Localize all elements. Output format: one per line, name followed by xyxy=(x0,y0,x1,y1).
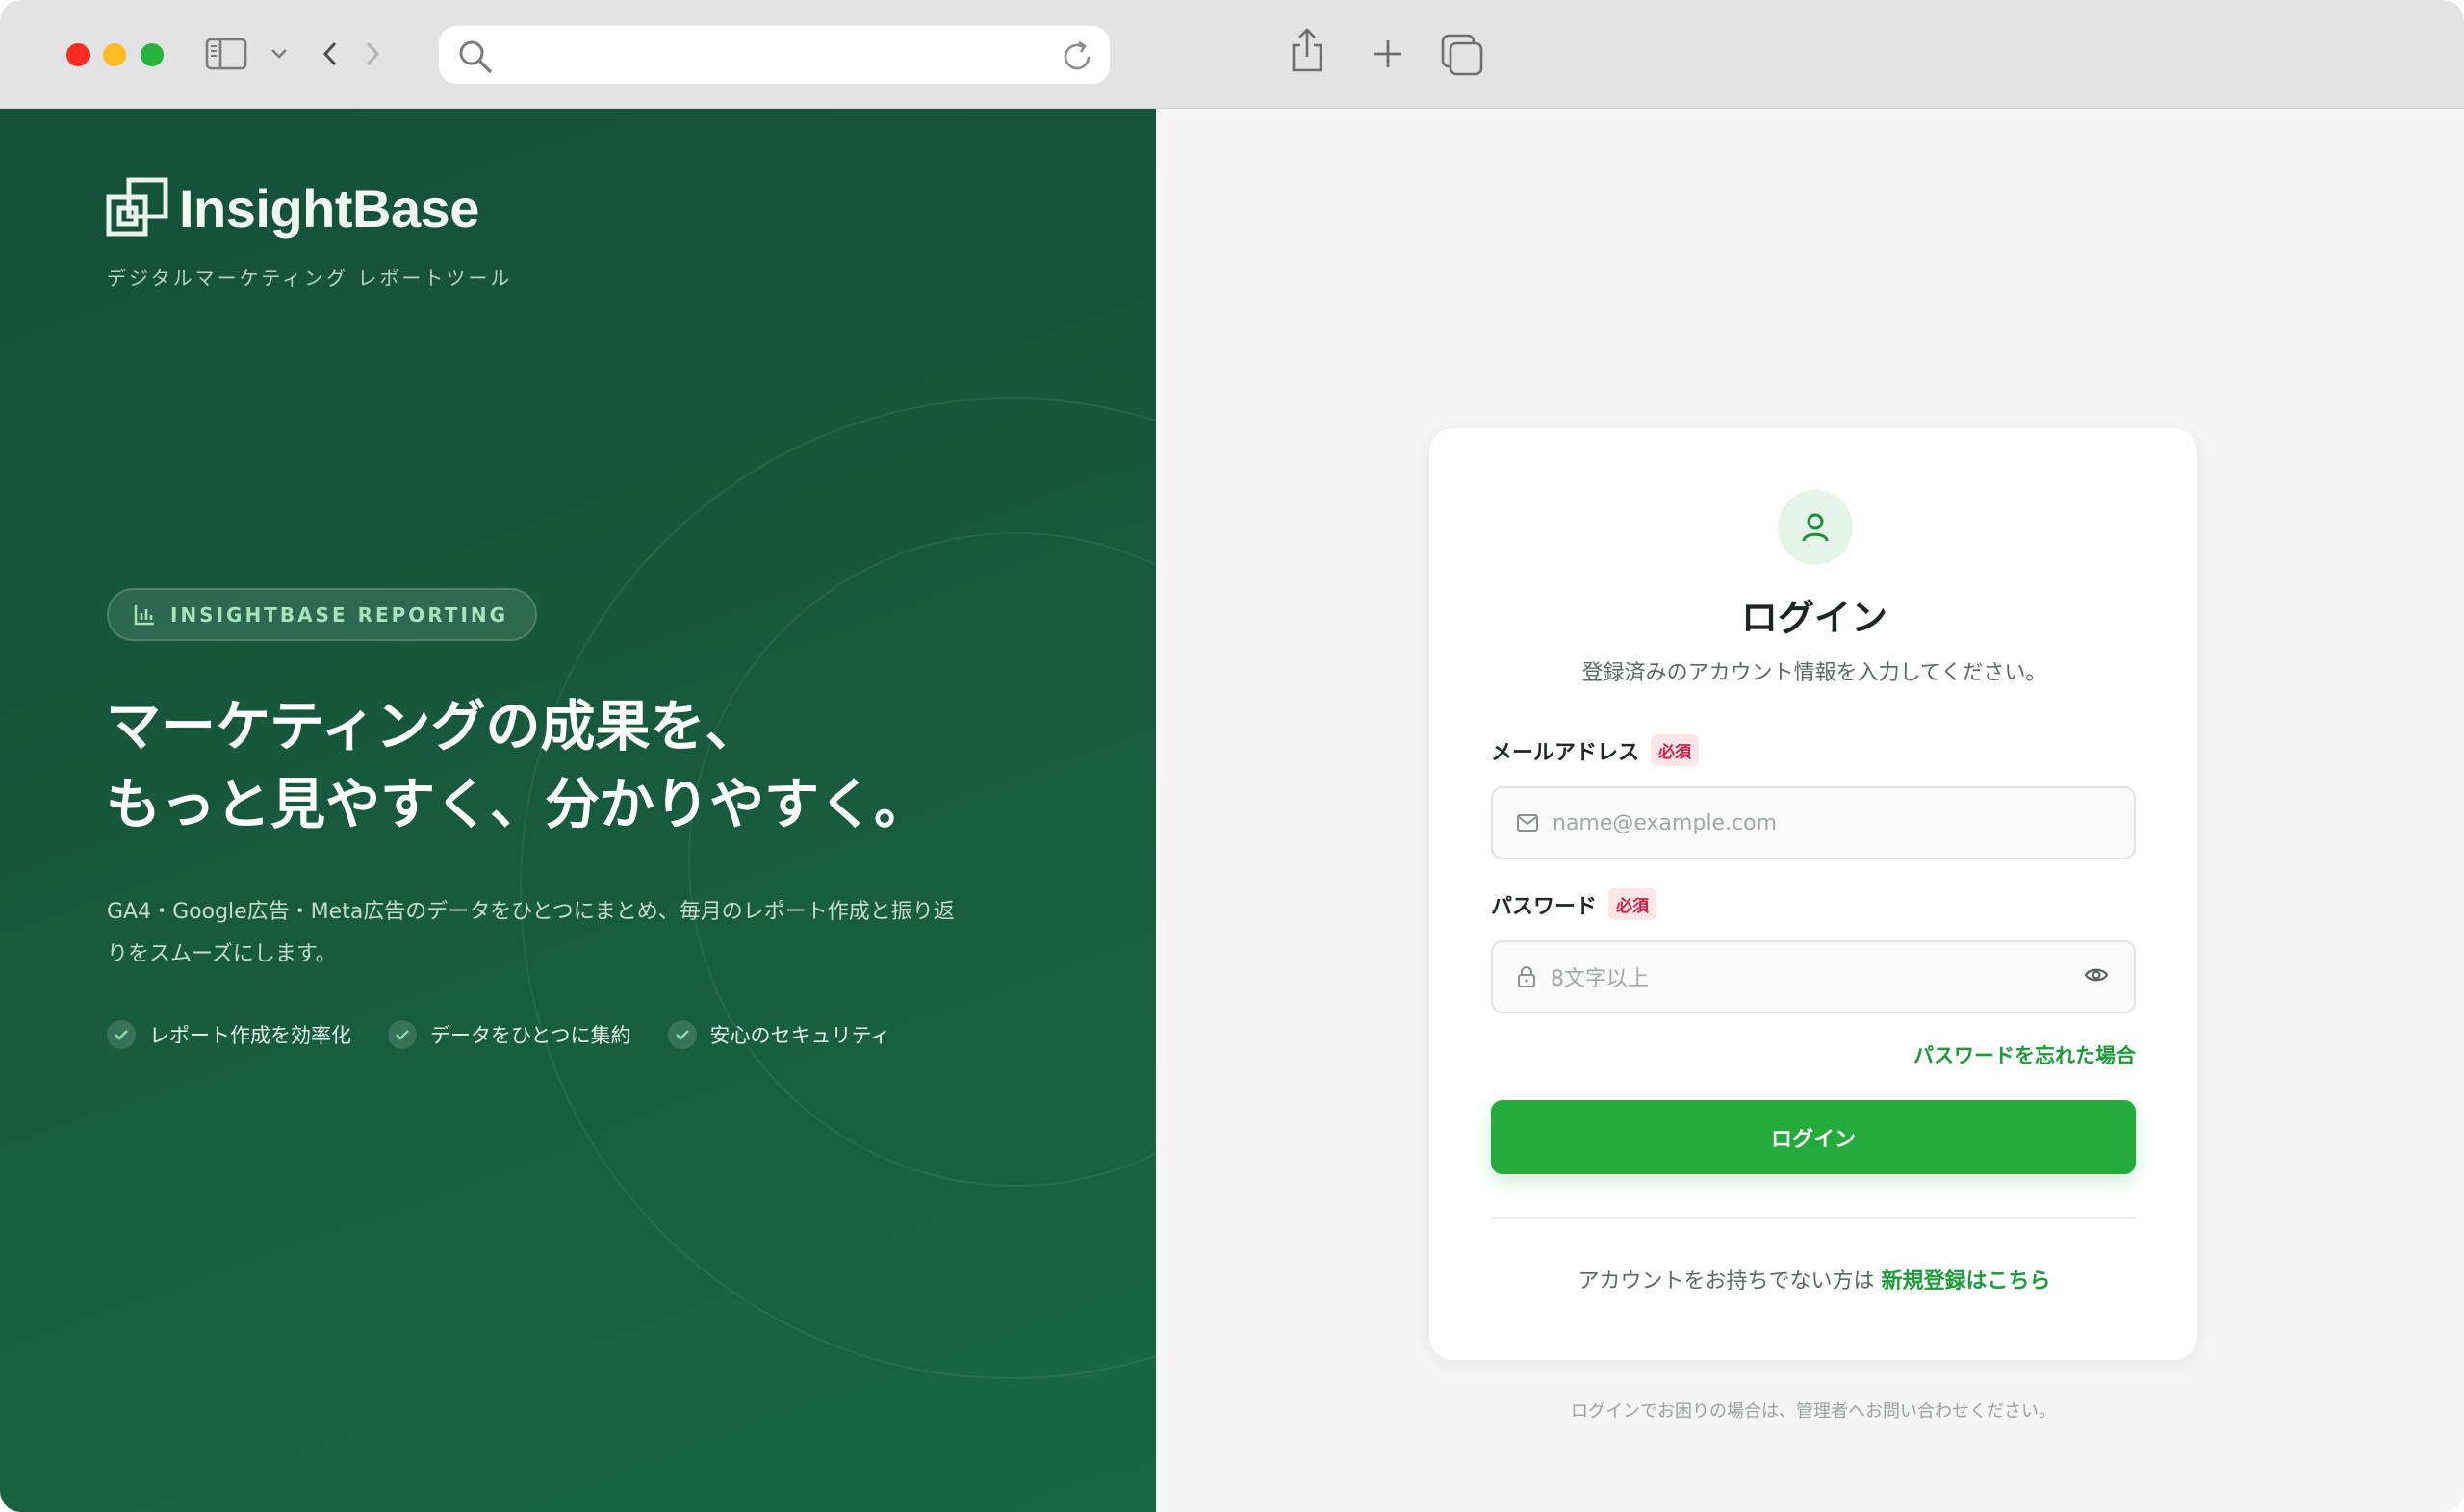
login-panel: ログイン 登録済みのアカウント情報を入力してください。 メールアドレス 必須 n… xyxy=(1156,109,2464,1512)
search-icon xyxy=(456,38,495,80)
browser-toolbar xyxy=(0,0,2464,109)
hero-headline-line1: マーケティングの成果を、 xyxy=(106,695,760,758)
feature-list: レポート作成を効率化 データをひとつに集約 安心のセキュリティ xyxy=(107,1020,927,1049)
close-window-button[interactable] xyxy=(66,43,90,66)
logo-icon xyxy=(106,177,168,237)
show-password-icon[interactable] xyxy=(2084,965,2109,988)
signup-link[interactable]: 新規登録はこちら xyxy=(1882,1269,2051,1294)
tabs-overview-icon[interactable] xyxy=(1438,31,1486,77)
brand-logo: InsightBase xyxy=(106,176,479,240)
login-button[interactable]: ログイン xyxy=(1491,1100,2136,1174)
hero-headline: マーケティングの成果を、 もっと見やすく、分かりやすく。 xyxy=(106,688,929,844)
email-placeholder: name@example.com xyxy=(1553,810,1778,835)
brand-tagline: デジタルマーケティング レポートツール xyxy=(107,267,513,290)
password-label: パスワード 必須 xyxy=(1491,888,1657,920)
hero-description: GA4・Google広告・Meta広告のデータをひとつにまとめ、毎月のレポート作… xyxy=(107,900,955,966)
share-icon[interactable] xyxy=(1286,27,1328,75)
password-label-text: パスワード xyxy=(1491,894,1598,919)
required-badge: 必須 xyxy=(1651,734,1700,766)
login-subtitle: 登録済みのアカウント情報を入力してください。 xyxy=(1581,661,2047,685)
minimize-window-button[interactable] xyxy=(103,43,126,66)
signup-prompt-text: アカウントをお持ちでない方は xyxy=(1578,1269,1875,1294)
check-icon xyxy=(667,1020,697,1049)
forgot-password-link[interactable]: パスワードを忘れた場合 xyxy=(1913,1040,2136,1069)
login-card: ログイン 登録済みのアカウント情報を入力してください。 メールアドレス 必須 n… xyxy=(1428,427,2198,1361)
divider xyxy=(1491,1217,2136,1219)
email-label-text: メールアドレス xyxy=(1491,740,1640,765)
back-icon[interactable] xyxy=(318,35,343,73)
check-icon xyxy=(388,1020,417,1049)
feature-label: 安心のセキュリティ xyxy=(709,1024,891,1047)
feature-label: データをひとつに集約 xyxy=(430,1024,631,1047)
feature-label: レポート作成を効率化 xyxy=(149,1024,351,1047)
zoom-window-button[interactable] xyxy=(141,43,164,66)
hero-panel: InsightBase デジタルマーケティング レポートツール INSIGHTB… xyxy=(0,109,1156,1512)
brand-name: InsightBase xyxy=(179,177,479,239)
login-title: ログイン xyxy=(1740,597,1887,639)
password-field[interactable]: 8文字以上 xyxy=(1491,940,2136,1013)
address-bar[interactable] xyxy=(439,26,1110,84)
password-placeholder: 8文字以上 xyxy=(1551,967,1649,991)
mail-icon xyxy=(1517,814,1538,832)
feature-item: データをひとつに集約 xyxy=(388,1020,631,1049)
forward-icon[interactable] xyxy=(360,35,385,73)
feature-item: 安心のセキュリティ xyxy=(667,1020,891,1049)
email-label: メールアドレス 必須 xyxy=(1491,734,1700,766)
hero-badge-label: INSIGHTBASE REPORTING xyxy=(170,602,509,627)
user-icon xyxy=(1778,490,1853,565)
signup-prompt: アカウントをお持ちでない方は 新規登録はこちら xyxy=(1429,1264,2199,1294)
page-content: InsightBase デジタルマーケティング レポートツール INSIGHTB… xyxy=(0,109,2464,1512)
bar-chart-icon xyxy=(134,604,154,625)
hero-badge: INSIGHTBASE REPORTING xyxy=(107,588,538,641)
email-field[interactable]: name@example.com xyxy=(1491,786,2136,859)
browser-window: InsightBase デジタルマーケティング レポートツール INSIGHTB… xyxy=(0,0,2464,1512)
check-icon xyxy=(107,1020,136,1049)
lock-icon xyxy=(1518,966,1535,987)
hero-headline-line2: もっと見やすく、分かりやすく。 xyxy=(106,773,929,836)
new-tab-icon[interactable] xyxy=(1369,35,1407,73)
help-note: ログインでお困りの場合は、管理者へお問い合わせください。 xyxy=(1571,1401,2056,1422)
chevron-down-icon[interactable] xyxy=(268,35,291,73)
sidebar-icon[interactable] xyxy=(204,35,248,73)
reload-icon[interactable] xyxy=(1058,38,1096,80)
required-badge: 必須 xyxy=(1608,888,1657,920)
feature-item: レポート作成を効率化 xyxy=(107,1020,351,1049)
